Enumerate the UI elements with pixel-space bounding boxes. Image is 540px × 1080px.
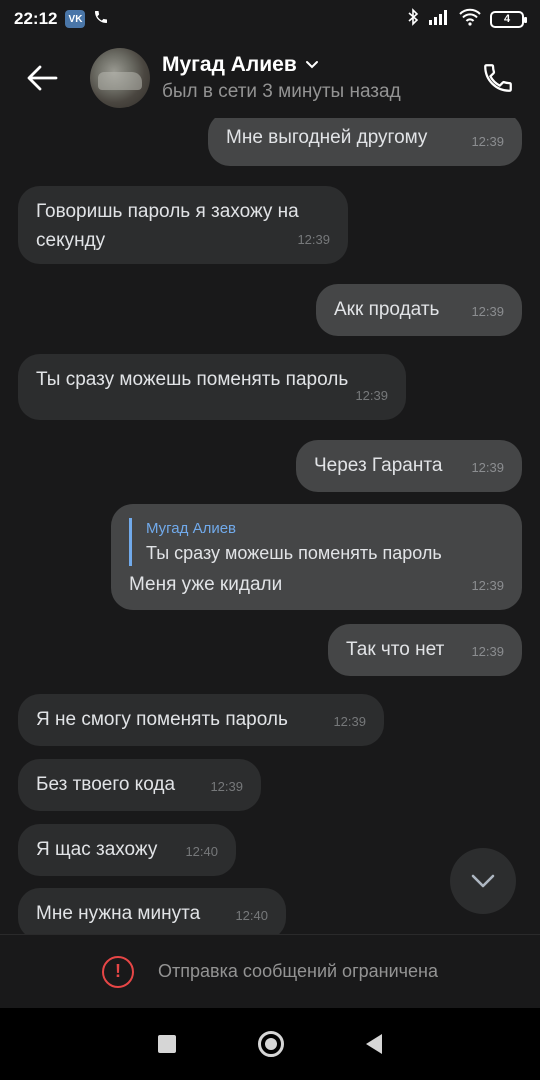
message-list[interactable]: Мне выгодней другому 12:39 Говоришь паро… [0, 118, 540, 934]
bluetooth-icon [406, 7, 420, 31]
chat-header: Мугад Алиев был в сети 3 минуты назад [0, 38, 540, 118]
message-bubble-incoming[interactable]: Без твоего кода 12:39 [18, 759, 261, 811]
system-navigation-bar [0, 1008, 540, 1080]
message-time: 12:39 [355, 388, 388, 403]
restricted-text: Отправка сообщений ограничена [158, 961, 438, 981]
arrow-left-icon [27, 65, 58, 91]
reply-quote[interactable]: Мугад Алиев Ты сразу можешь поменять пар… [129, 518, 504, 566]
message-bubble-incoming[interactable]: Мне нужна минута 12:40 [18, 888, 286, 934]
phone-icon [484, 64, 512, 92]
message-text: Меня уже кидали [129, 574, 283, 595]
home-button[interactable] [258, 1031, 284, 1057]
message-bubble-outgoing[interactable]: Так что нет 12:39 [328, 624, 522, 676]
wifi-icon [458, 8, 482, 31]
message-text: Мне нужна минута [36, 903, 201, 924]
message-bubble-outgoing[interactable]: Акк продать 12:39 [316, 284, 522, 336]
avatar[interactable] [90, 48, 150, 108]
message-time: 12:39 [333, 714, 366, 729]
status-bar: 22:12 VK 4 [0, 0, 540, 38]
message-text: Мне выгодней другому [226, 127, 428, 148]
message-bubble-incoming[interactable]: Я не смогу поменять пароль 12:39 [18, 694, 384, 746]
message-time: 12:40 [235, 908, 268, 923]
chevron-down-icon [471, 874, 495, 888]
phone-notification-icon [93, 9, 109, 30]
battery-icon: 4 [490, 10, 527, 28]
message-text: Я не смогу поменять пароль [36, 709, 288, 730]
message-time: 12:40 [185, 844, 218, 859]
message-bubble-incoming[interactable]: Я щас захожу 12:40 [18, 824, 236, 876]
message-bubble-outgoing-reply[interactable]: Мугад Алиев Ты сразу можешь поменять пар… [111, 504, 522, 610]
contact-name: Мугад Алиев [162, 53, 297, 76]
messaging-restricted-banner: ! Отправка сообщений ограничена [0, 934, 540, 1008]
message-time: 12:39 [297, 232, 330, 247]
message-text: Через Гаранта [314, 455, 443, 476]
scroll-to-bottom-button[interactable] [450, 848, 516, 914]
message-text: Акк продать [334, 299, 440, 320]
message-bubble-outgoing[interactable]: Мне выгодней другому 12:39 [208, 118, 522, 166]
recent-apps-button[interactable] [158, 1035, 176, 1053]
chat-title-block[interactable]: Мугад Алиев был в сети 3 минуты назад [162, 53, 468, 103]
message-text: Ты сразу можешь поменять пароль [36, 369, 349, 390]
system-back-button[interactable] [366, 1034, 382, 1054]
message-text: Без твоего кода [36, 774, 176, 795]
call-button[interactable] [468, 48, 528, 108]
message-time: 12:39 [471, 578, 504, 593]
message-text: Так что нет [346, 639, 445, 660]
message-time: 12:39 [471, 460, 504, 475]
chevron-down-icon [305, 61, 318, 69]
message-time: 12:39 [210, 779, 243, 794]
warning-icon: ! [102, 955, 134, 988]
message-time: 12:39 [471, 134, 504, 149]
message-bubble-incoming[interactable]: Говоришь пароль я захожу на секунду 12:3… [18, 186, 348, 264]
reply-text: Ты сразу можешь поменять пароль [146, 543, 442, 563]
last-seen-status: был в сети 3 минуты назад [162, 81, 401, 102]
vk-notification-icon: VK [65, 10, 86, 28]
message-time: 12:39 [471, 304, 504, 319]
signal-icon [428, 9, 450, 30]
message-text: Я щас захожу [36, 839, 158, 860]
message-bubble-outgoing[interactable]: Через Гаранта 12:39 [296, 440, 522, 492]
status-time: 22:12 [14, 9, 58, 28]
message-text: Говоришь пароль я захожу на секунду [36, 201, 299, 251]
message-time: 12:39 [471, 644, 504, 659]
reply-author: Мугад Алиев [146, 520, 237, 537]
back-button[interactable] [12, 48, 72, 108]
message-bubble-incoming[interactable]: Ты сразу можешь поменять пароль 12:39 [18, 354, 406, 420]
